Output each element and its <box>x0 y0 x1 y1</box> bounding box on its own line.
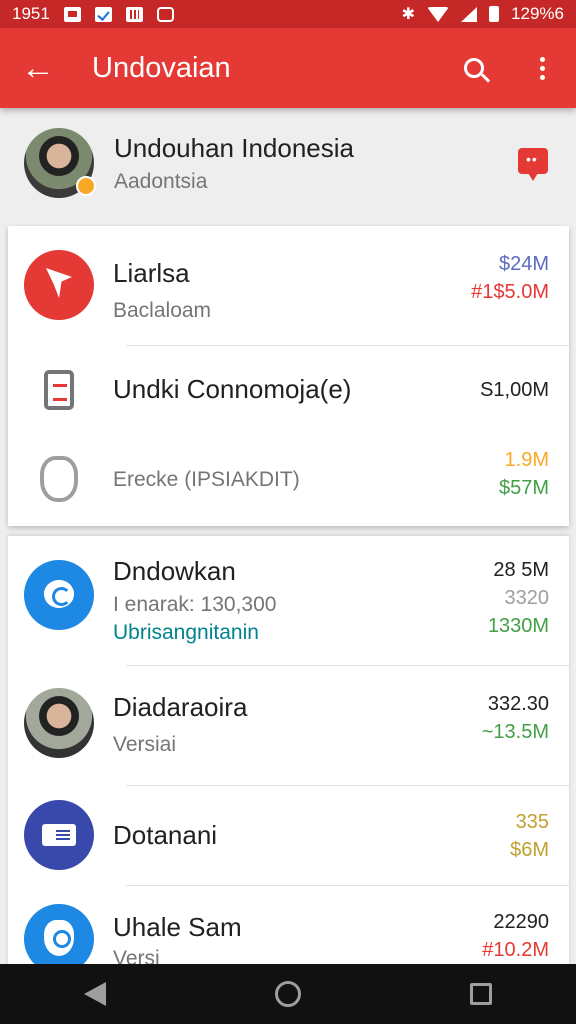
stats-app-icon <box>125 6 143 22</box>
search-button[interactable] <box>440 28 508 108</box>
profile-text: Undouhan Indonesia Aadontsia <box>114 133 354 194</box>
row-value-primary: S1,00M <box>480 379 549 401</box>
row-value-primary: 1.9M <box>504 449 549 471</box>
profile-header[interactable]: Undouhan Indonesia Aadontsia <box>0 108 576 218</box>
row-text: Diadaraoira Versiai <box>113 692 247 757</box>
row-text: Undki Connomoja(e) <box>113 374 351 405</box>
row-subtitle: Erecke (IPSIAKDIT) <box>113 468 300 491</box>
wifi-icon <box>427 6 450 22</box>
check-app-icon <box>94 6 112 22</box>
list-item[interactable]: Dndowkan I enarak: 130,300 Ubrisangnitan… <box>8 536 569 666</box>
row-title: Undki Connomoja(e) <box>113 374 352 404</box>
list-item[interactable]: Undki Connomoja(e) S1,00M <box>8 346 569 436</box>
row-value-primary: $24M <box>498 253 549 275</box>
arrow-left-icon: ← <box>21 48 55 87</box>
profile-subtitle: Aadontsia <box>114 169 208 193</box>
row-value-secondary: $6M <box>510 839 549 861</box>
camera-chat-icon <box>24 560 94 630</box>
nav-back-icon[interactable] <box>84 982 107 1006</box>
row-value-primary: 22290 <box>493 911 549 933</box>
row-text: Uhale Sam Versi <box>113 912 242 971</box>
notification-icon <box>63 6 81 22</box>
card-icon <box>24 800 94 870</box>
red-app-icon <box>24 250 94 320</box>
row-text: Dotanani <box>113 820 217 851</box>
back-button[interactable]: ← <box>0 28 76 108</box>
shield-outline-icon <box>24 446 94 516</box>
search-icon <box>464 58 484 78</box>
more-options-button[interactable] <box>508 28 576 108</box>
status-right: ✱ 129%6 <box>402 4 564 24</box>
more-vert-icon <box>539 56 545 80</box>
row-text: Liarlsa Baclaloam <box>113 258 211 323</box>
row-subtitle: Versiai <box>113 733 177 756</box>
list-item[interactable]: Diadaraoira Versiai 332.30 ~13.5M <box>8 666 569 786</box>
status-bar: 1951 ✱ 129%6 <box>0 0 576 28</box>
status-time: 1951 <box>12 4 50 23</box>
list-item[interactable]: Liarlsa Baclaloam $24M #1$5.0M <box>8 226 569 346</box>
row-title: Dndowkan <box>113 556 236 586</box>
row-value-primary: 335 <box>515 811 549 833</box>
avatar-icon <box>24 688 94 758</box>
page-title: Undovaian <box>92 51 231 84</box>
avatar <box>24 128 96 198</box>
battery-icon <box>489 6 500 22</box>
row-title: Liarlsa <box>113 258 190 288</box>
row-value-secondary: #1$5.0M <box>471 281 549 303</box>
message-icon <box>156 6 174 22</box>
row-text: Dndowkan I enarak: 130,300 Ubrisangnitan… <box>113 556 276 645</box>
row-value-secondary: $57M <box>498 477 549 499</box>
nav-home-icon[interactable] <box>274 981 301 1007</box>
verified-badge-icon <box>76 176 96 196</box>
bluetooth-icon: ✱ <box>401 6 416 23</box>
summary-card: Liarlsa Baclaloam $24M #1$5.0M Undki Con… <box>8 226 569 526</box>
nav-recents-icon[interactable] <box>469 983 492 1005</box>
row-subtitle: I enarak: 130,300 <box>113 593 277 616</box>
document-icon <box>24 356 94 426</box>
row-value-primary: 28 5M <box>493 559 549 581</box>
row-value-tertiary: 1330M <box>487 615 549 637</box>
system-nav-bar <box>0 964 576 1024</box>
profile-name: Undouhan Indonesia <box>114 132 354 163</box>
transactions-card: Dndowkan I enarak: 130,300 Ubrisangnitan… <box>8 536 569 976</box>
row-subtitle-secondary: Ubrisangnitanin <box>113 621 259 644</box>
row-value-secondary: ~13.5M <box>481 721 549 743</box>
row-values: $24M #1$5.0M <box>471 250 549 306</box>
row-values: 335 $6M <box>510 808 549 864</box>
row-subtitle: Baclaloam <box>113 299 212 322</box>
status-left: 1951 <box>12 4 174 24</box>
row-values: 332.30 ~13.5M <box>482 690 549 746</box>
row-title: Uhale Sam <box>113 912 242 942</box>
row-value-secondary: 3320 <box>504 587 550 609</box>
row-values: S1,00M <box>480 376 549 404</box>
signal-icon <box>461 6 478 22</box>
list-item[interactable]: Dotanani 335 $6M <box>8 786 569 886</box>
row-value-primary: 332.30 <box>487 693 549 715</box>
list-item[interactable]: Erecke (IPSIAKDIT) 1.9M $57M <box>8 436 569 526</box>
row-values: 28 5M 3320 1330M <box>488 556 549 640</box>
row-values: 22290 #10.2M <box>482 908 549 964</box>
app-bar: ← Undovaian <box>0 28 576 108</box>
chat-button[interactable] <box>518 148 548 181</box>
list-item[interactable]: Uhale Sam Versi 22290 #10.2M <box>8 886 569 976</box>
row-value-secondary: #10.2M <box>482 939 549 961</box>
row-title: Dotanani <box>113 820 218 850</box>
row-title: Diadaraoira <box>113 692 248 722</box>
battery-text: 129%6 <box>511 4 564 23</box>
row-text: Erecke (IPSIAKDIT) <box>113 458 300 492</box>
row-values: 1.9M $57M <box>499 446 549 502</box>
